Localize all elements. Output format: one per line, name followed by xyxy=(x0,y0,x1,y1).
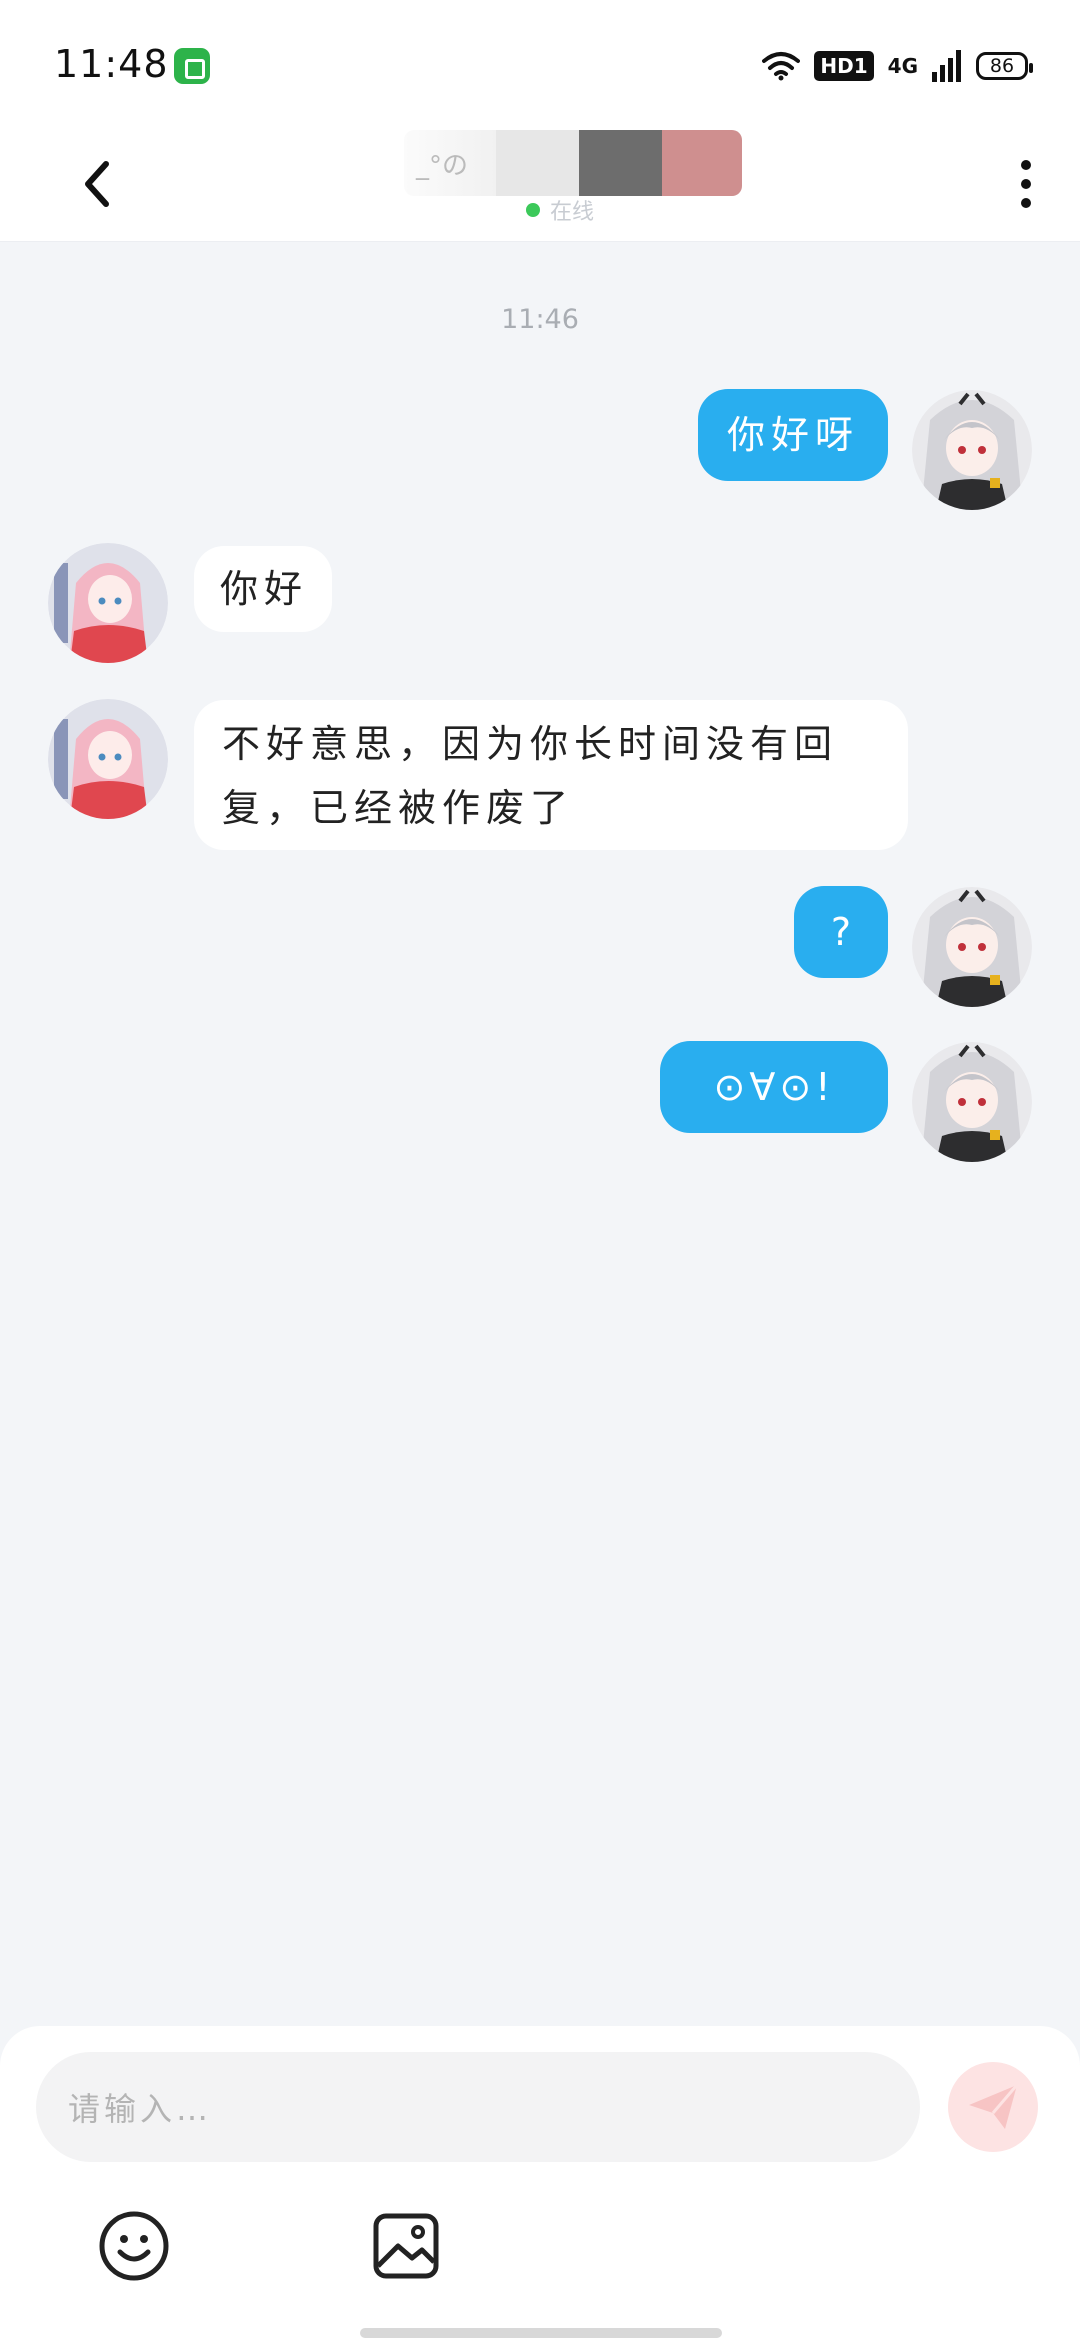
wifi-icon xyxy=(762,52,801,81)
status-bar: 11:48 HD1 4G 86 xyxy=(0,0,1080,132)
my-avatar[interactable] xyxy=(912,887,1032,1007)
contact-avatar[interactable] xyxy=(48,543,168,663)
home-indicator[interactable] xyxy=(360,2328,722,2338)
send-button[interactable] xyxy=(948,2062,1038,2152)
network-type: 4G xyxy=(887,54,918,78)
app-notification-icon xyxy=(174,48,210,84)
my-avatar[interactable] xyxy=(912,1042,1032,1162)
back-button[interactable] xyxy=(62,144,142,224)
outgoing-message-bubble[interactable]: ? xyxy=(794,886,888,978)
my-avatar[interactable] xyxy=(912,390,1032,510)
incoming-message-bubble[interactable]: 你好 xyxy=(194,546,332,632)
chat-screen: 11:48 HD1 4G 86 _°の 在线 11:46 你好呀 你好 不好意思… xyxy=(0,0,1080,2340)
online-status: 在线 xyxy=(526,194,594,226)
chat-header: _°の 在线 xyxy=(0,130,1080,242)
outgoing-message-bubble[interactable]: 你好呀 xyxy=(698,389,888,481)
signal-icon xyxy=(932,50,961,82)
emoji-icon[interactable] xyxy=(96,2208,172,2284)
status-indicators: HD1 4G 86 xyxy=(762,44,1033,88)
send-icon xyxy=(969,2084,1019,2129)
status-time: 11:48 xyxy=(54,42,169,86)
incoming-message-bubble[interactable]: 不好意思，因为你长时间没有回复，已经被作废了 xyxy=(194,700,908,850)
outgoing-message-bubble[interactable]: ⊙∀⊙! xyxy=(660,1041,888,1133)
online-dot xyxy=(526,203,540,217)
online-status-text: 在线 xyxy=(550,200,595,225)
contact-name: _°の xyxy=(404,130,497,196)
image-icon[interactable] xyxy=(368,2208,444,2284)
message-composer: 请输入… xyxy=(0,2026,1080,2340)
contact-name-banner[interactable]: _°の xyxy=(404,130,742,196)
more-options-button[interactable] xyxy=(996,144,1056,224)
message-input[interactable]: 请输入… xyxy=(36,2052,920,2162)
contact-avatar[interactable] xyxy=(48,699,168,819)
hd-voice-badge: HD1 xyxy=(814,51,874,81)
battery-icon: 86 xyxy=(976,52,1033,80)
message-timestamp: 11:46 xyxy=(501,304,579,335)
battery-level: 86 xyxy=(989,55,1015,77)
